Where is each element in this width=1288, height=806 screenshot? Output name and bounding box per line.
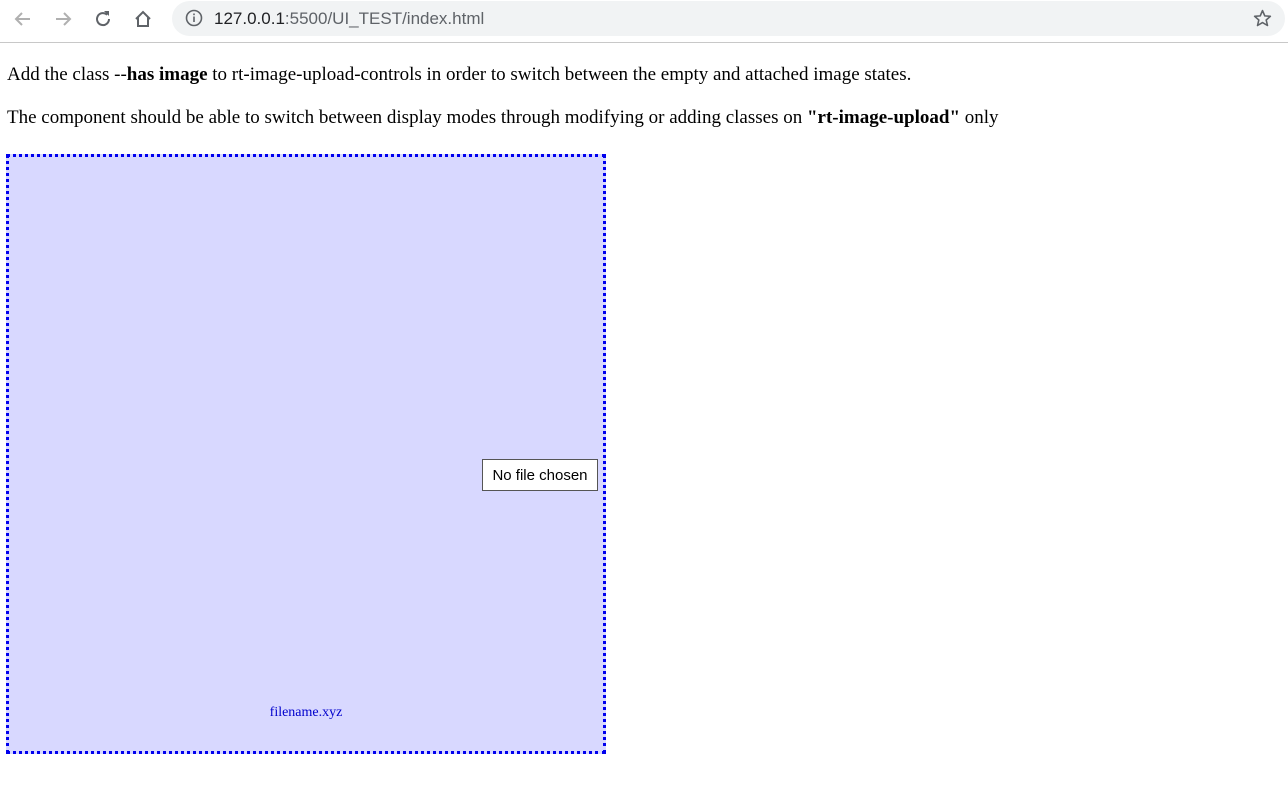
arrow-left-icon bbox=[14, 12, 30, 26]
p1-bold-text: has image bbox=[126, 64, 208, 85]
reload-button[interactable] bbox=[89, 5, 117, 33]
file-input-button[interactable]: No file chosen bbox=[482, 459, 598, 491]
p1-text-after: to rt-image-upload-controls in order to … bbox=[207, 64, 912, 85]
p2-text-before: The component should be able to switch b… bbox=[7, 107, 807, 128]
instruction-paragraph-1: Add the class --has image to rt-image-up… bbox=[7, 64, 911, 86]
arrow-right-icon bbox=[56, 12, 72, 26]
image-upload-dropzone[interactable]: No file chosen filename.xyz bbox=[6, 154, 606, 754]
info-icon[interactable] bbox=[185, 9, 203, 27]
p2-bold-text: "rt-image-upload" bbox=[806, 107, 960, 128]
home-icon bbox=[135, 10, 151, 27]
forward-button[interactable] bbox=[49, 5, 77, 33]
star-icon[interactable] bbox=[1252, 8, 1273, 29]
address-bar[interactable]: 127.0.0.1:5500/UI_TEST/index.html bbox=[172, 1, 1285, 36]
filename-label: filename.xyz bbox=[269, 705, 343, 720]
url-host: 127.0.0.1 bbox=[214, 9, 285, 28]
reload-icon bbox=[96, 11, 111, 27]
p2-text-after: only bbox=[960, 107, 999, 128]
back-button[interactable] bbox=[9, 5, 37, 33]
url-path: :5500/UI_TEST/index.html bbox=[284, 9, 485, 28]
p1-text-before: Add the class -- bbox=[7, 64, 127, 85]
instruction-paragraph-2: The component should be able to switch b… bbox=[7, 107, 999, 129]
home-button[interactable] bbox=[129, 5, 157, 33]
url-text[interactable]: 127.0.0.1:5500/UI_TEST/index.html bbox=[214, 9, 484, 28]
browser-toolbar: 127.0.0.1:5500/UI_TEST/index.html bbox=[0, 0, 1288, 43]
